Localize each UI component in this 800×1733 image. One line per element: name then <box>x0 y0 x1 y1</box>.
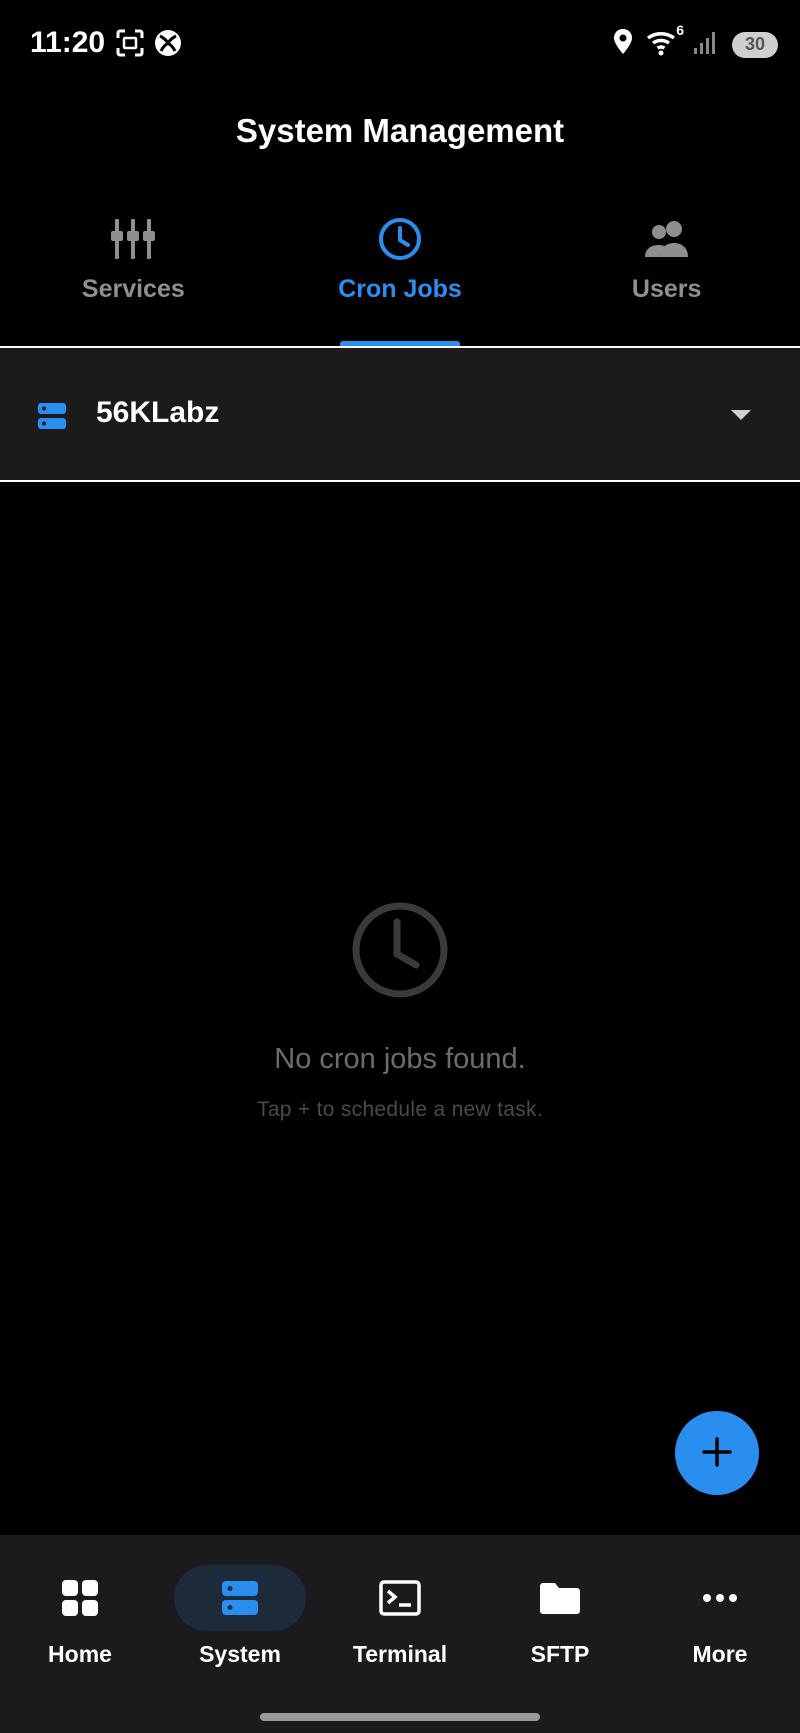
signal-icon <box>692 28 720 61</box>
empty-state-subtitle: Tap + to schedule a new task. <box>257 1098 543 1121</box>
tab-cron-jobs-label: Cron Jobs <box>338 275 462 303</box>
tab-services[interactable]: Services <box>0 215 267 347</box>
nav-home[interactable]: Home <box>0 1565 160 1668</box>
nav-home-label: Home <box>48 1641 112 1667</box>
services-icon <box>109 215 157 263</box>
wifi-badge: 6 <box>676 22 684 38</box>
clock-icon <box>377 215 423 263</box>
battery-level: 30 <box>744 34 766 54</box>
nav-system-label: System <box>199 1641 281 1667</box>
battery-icon: 30 <box>732 31 778 58</box>
empty-state-title: No cron jobs found. <box>274 1043 526 1075</box>
server-icon <box>174 1565 306 1631</box>
nav-more[interactable]: More <box>640 1565 800 1668</box>
nav-terminal-label: Terminal <box>352 1641 448 1667</box>
more-icon <box>654 1565 786 1631</box>
nav-terminal[interactable]: Terminal <box>320 1565 480 1668</box>
tab-services-label: Services <box>81 275 185 303</box>
grid-icon <box>14 1565 146 1631</box>
server-name: 56KLabz <box>96 396 220 429</box>
location-icon <box>612 28 634 61</box>
server-icon <box>36 400 68 437</box>
add-cron-job-button[interactable] <box>675 1411 759 1495</box>
tab-cron-jobs[interactable]: Cron Jobs <box>267 215 534 347</box>
chevron-down-icon <box>730 408 752 426</box>
status-right-icons: 6 30 <box>612 22 778 61</box>
xbox-icon <box>153 28 183 63</box>
page-title: System Management <box>235 112 565 149</box>
users-icon <box>642 215 692 263</box>
nav-sftp[interactable]: SFTP <box>480 1565 640 1668</box>
bottom-nav-items: Home System Terminal SFTP More <box>0 1565 800 1668</box>
server-dropdown[interactable]: 56KLabz <box>0 348 800 480</box>
screenshot-icon <box>115 28 145 63</box>
status-bar: 11:20 6 30 <box>0 0 800 90</box>
nav-sftp-label: SFTP <box>530 1641 590 1667</box>
tab-users[interactable]: Users <box>533 215 800 347</box>
server-divider <box>0 480 800 482</box>
nav-system[interactable]: System <box>160 1565 320 1668</box>
tab-users-label: Users <box>631 275 702 303</box>
plus-icon <box>701 1436 733 1471</box>
status-time: 11:20 <box>30 26 106 59</box>
folder-icon <box>494 1565 626 1631</box>
empty-clock-icon <box>350 900 450 1005</box>
nav-more-label: More <box>692 1641 748 1667</box>
status-left-icons <box>115 28 183 63</box>
wifi-icon: 6 <box>646 22 684 61</box>
tab-bar: Services Cron Jobs Users <box>0 215 800 347</box>
home-indicator[interactable] <box>260 1713 540 1721</box>
terminal-icon <box>334 1565 466 1631</box>
bottom-nav: Home System Terminal SFTP More <box>0 1535 800 1733</box>
